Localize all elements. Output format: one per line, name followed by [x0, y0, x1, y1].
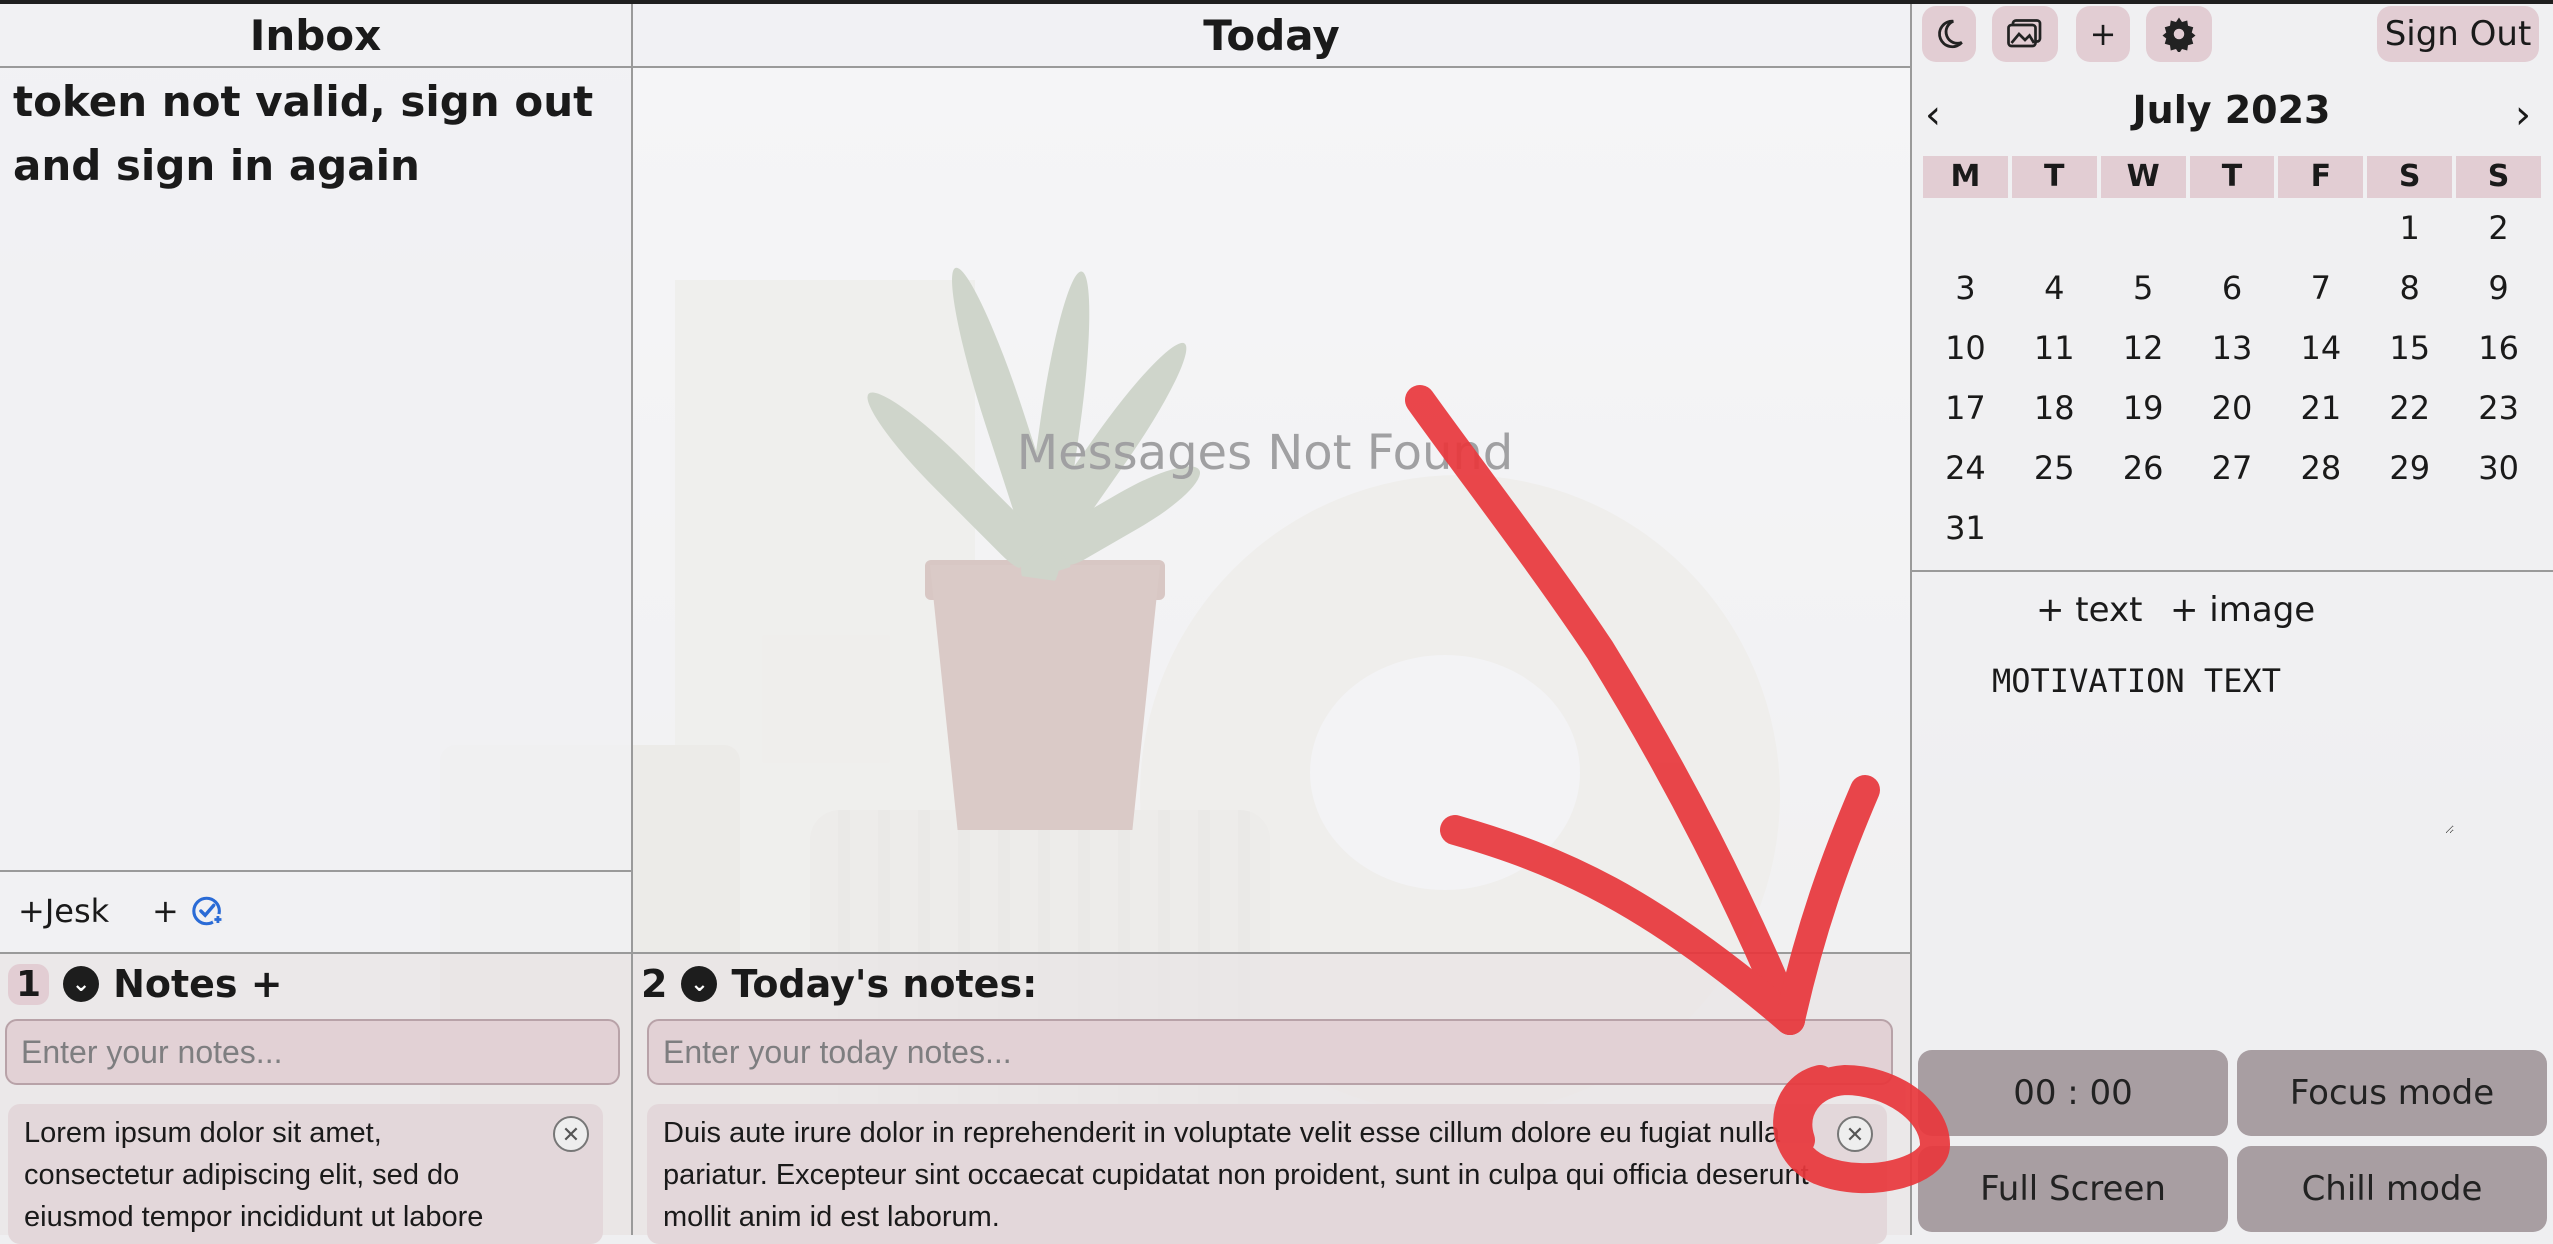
calendar-day[interactable]: 18 — [2012, 378, 2097, 438]
calendar-day[interactable]: 20 — [2190, 378, 2275, 438]
settings-button[interactable] — [2146, 6, 2212, 62]
calendar-day[interactable]: 30 — [2456, 438, 2541, 498]
today-note-card: Duis aute irure dolor in reprehenderit i… — [647, 1104, 1887, 1244]
today-notes-header: 2 ⌄ Today's notes: — [641, 956, 1037, 1012]
image-icon — [2007, 19, 2042, 48]
today-notes-section: 2 ⌄ Today's notes: Duis aute irure dolor… — [633, 954, 1910, 1244]
calendar-month-label: July 2023 — [2132, 88, 2331, 132]
calendar-day[interactable]: 14 — [2278, 318, 2363, 378]
close-icon[interactable]: ✕ — [1837, 1116, 1873, 1152]
today-empty-message: Messages Not Found — [1016, 425, 1514, 481]
timer-display[interactable]: 00 : 00 — [1918, 1050, 2228, 1136]
calendar-day[interactable]: 27 — [2190, 438, 2275, 498]
calendar-weekday: F — [2278, 156, 2364, 198]
note-card: Lorem ipsum dolor sit amet, consectetur … — [8, 1104, 603, 1244]
today-notes-title: Today's notes: — [731, 962, 1038, 1006]
calendar-day[interactable]: 4 — [2012, 258, 2097, 318]
calendar-blank — [2190, 198, 2275, 258]
calendar-day[interactable]: 25 — [2012, 438, 2097, 498]
calendar-day[interactable]: 21 — [2278, 378, 2363, 438]
focus-mode-button[interactable]: Focus mode — [2237, 1050, 2547, 1136]
theme-toggle-button[interactable] — [1922, 6, 1976, 62]
note-text: Lorem ipsum dolor sit amet, consectetur … — [24, 1117, 484, 1233]
background-image-button[interactable] — [1992, 6, 2058, 62]
notes-title[interactable]: Notes + — [113, 962, 283, 1006]
today-header: Today — [633, 4, 1910, 68]
calendar-day[interactable]: 2 — [2456, 198, 2541, 258]
gear-icon — [2162, 17, 2196, 52]
calendar-day[interactable]: 22 — [2367, 378, 2452, 438]
calendar-blank — [2101, 198, 2186, 258]
add-task-button[interactable]: + — [152, 892, 225, 930]
add-button[interactable]: + — [2076, 6, 2130, 62]
calendar-day[interactable]: 11 — [2012, 318, 2097, 378]
notes-count-badge: 1 — [8, 963, 50, 1005]
inbox-error-message: token not valid, sign out and sign in ag… — [13, 77, 594, 190]
calendar-weekday: W — [2100, 156, 2186, 198]
calendar-weekday: M — [1923, 156, 2008, 198]
calendar-day[interactable]: 13 — [2190, 318, 2275, 378]
calendar-day[interactable]: 15 — [2367, 318, 2452, 378]
add-task-plus: + — [152, 892, 179, 930]
calendar-day[interactable]: 7 — [2278, 258, 2363, 318]
notes-input[interactable] — [5, 1019, 620, 1085]
motivation-textarea[interactable]: MOTIVATION TEXT — [1990, 660, 2454, 834]
calendar-blank — [2012, 198, 2097, 258]
calendar-day[interactable]: 12 — [2101, 318, 2186, 378]
today-notes-count: 2 — [641, 962, 668, 1006]
calendar-day[interactable]: 9 — [2456, 258, 2541, 318]
calendar-day[interactable]: 31 — [1923, 498, 2008, 558]
calendar-next-button[interactable]: › — [2515, 92, 2531, 138]
inbox-actions: +Jesk + — [0, 870, 633, 952]
calendar-day[interactable]: 6 — [2190, 258, 2275, 318]
calendar-day[interactable]: 10 — [1923, 318, 2008, 378]
calendar-weekday: T — [2011, 156, 2097, 198]
calendar-day[interactable]: 19 — [2101, 378, 2186, 438]
chill-mode-button[interactable]: Chill mode — [2237, 1146, 2547, 1232]
calendar-weekday: S — [2367, 156, 2453, 198]
today-note-text: Duis aute irure dolor in reprehenderit i… — [663, 1117, 1809, 1233]
calendar-day[interactable]: 24 — [1923, 438, 2008, 498]
calendar-weekday: S — [2456, 156, 2541, 198]
calendar-day[interactable]: 26 — [2101, 438, 2186, 498]
calendar-day[interactable]: 17 — [1923, 378, 2008, 438]
sign-out-button[interactable]: Sign Out — [2377, 6, 2539, 62]
calendar-day[interactable]: 28 — [2278, 438, 2363, 498]
calendar-check-icon — [192, 896, 224, 926]
notes-section: 1 ⌄ Notes + Lorem ipsum dolor sit amet, … — [0, 954, 633, 1244]
today-notes-input[interactable] — [647, 1019, 1893, 1085]
calendar-grid: M T W T F S S 1 2 3 4 5 6 7 8 9 10 11 12 13 14 15 16 17 18 19 20 21… — [1923, 156, 2541, 558]
add-text-button[interactable]: + text — [2036, 590, 2142, 630]
calendar-day[interactable]: 1 — [2367, 198, 2452, 258]
inbox-header: Inbox — [0, 4, 633, 68]
full-screen-button[interactable]: Full Screen — [1918, 1146, 2228, 1232]
moon-icon — [1938, 19, 1963, 49]
calendar-blank — [2278, 198, 2363, 258]
notes-header: 1 ⌄ Notes + — [8, 956, 283, 1012]
calendar-day[interactable]: 29 — [2367, 438, 2452, 498]
desk-button[interactable]: +Jesk — [18, 892, 109, 930]
calendar-day[interactable]: 8 — [2367, 258, 2452, 318]
add-image-button[interactable]: + image — [2170, 590, 2315, 630]
chevron-down-icon[interactable]: ⌄ — [63, 966, 100, 1002]
calendar-divider — [1910, 570, 2553, 572]
close-icon[interactable]: ✕ — [553, 1116, 589, 1152]
calendar-blank — [1923, 198, 2008, 258]
calendar-day[interactable]: 5 — [2101, 258, 2186, 318]
chevron-down-icon[interactable]: ⌄ — [681, 966, 718, 1002]
calendar-day[interactable]: 3 — [1923, 258, 2008, 318]
calendar-day[interactable]: 16 — [2456, 318, 2541, 378]
calendar-day[interactable]: 23 — [2456, 378, 2541, 438]
calendar-weekday: T — [2189, 156, 2275, 198]
